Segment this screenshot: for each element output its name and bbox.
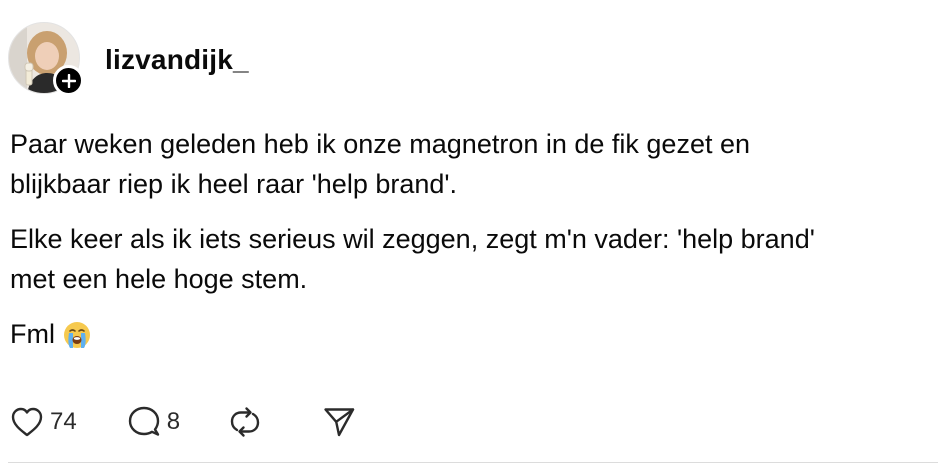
loudly-crying-face-icon bbox=[63, 320, 91, 348]
post-paragraph: Paar weken geleden heb ik onze magnetron… bbox=[10, 129, 750, 199]
post-actions: 74 8 bbox=[10, 404, 356, 440]
send-icon bbox=[324, 408, 355, 437]
repost-button[interactable] bbox=[228, 405, 262, 439]
like-button[interactable]: 74 bbox=[10, 406, 77, 438]
username[interactable]: lizvandijk_ bbox=[105, 44, 249, 76]
divider bbox=[8, 462, 938, 463]
comment-button[interactable]: 8 bbox=[127, 405, 180, 439]
repost-icon bbox=[230, 407, 260, 437]
post-header: lizvandijk_ bbox=[8, 22, 249, 98]
post-last-line-text: Fml bbox=[10, 319, 55, 349]
comment-bubble-icon bbox=[128, 406, 159, 436]
follow-button[interactable] bbox=[53, 65, 84, 96]
post-paragraph: Elke keer als ik iets serieus wil zeggen… bbox=[10, 224, 815, 294]
like-count: 74 bbox=[50, 408, 77, 435]
share-button[interactable] bbox=[322, 405, 356, 439]
avatar-container[interactable] bbox=[8, 22, 84, 96]
post-last-line: Fml bbox=[10, 314, 940, 354]
post-body: Paar weken geleden heb ik onze magnetron… bbox=[10, 124, 940, 354]
heart-icon bbox=[11, 407, 43, 437]
comment-count: 8 bbox=[166, 408, 181, 435]
thread-post: lizvandijk_ Paar weken geleden heb ik on… bbox=[0, 0, 946, 466]
plus-icon bbox=[61, 73, 76, 88]
